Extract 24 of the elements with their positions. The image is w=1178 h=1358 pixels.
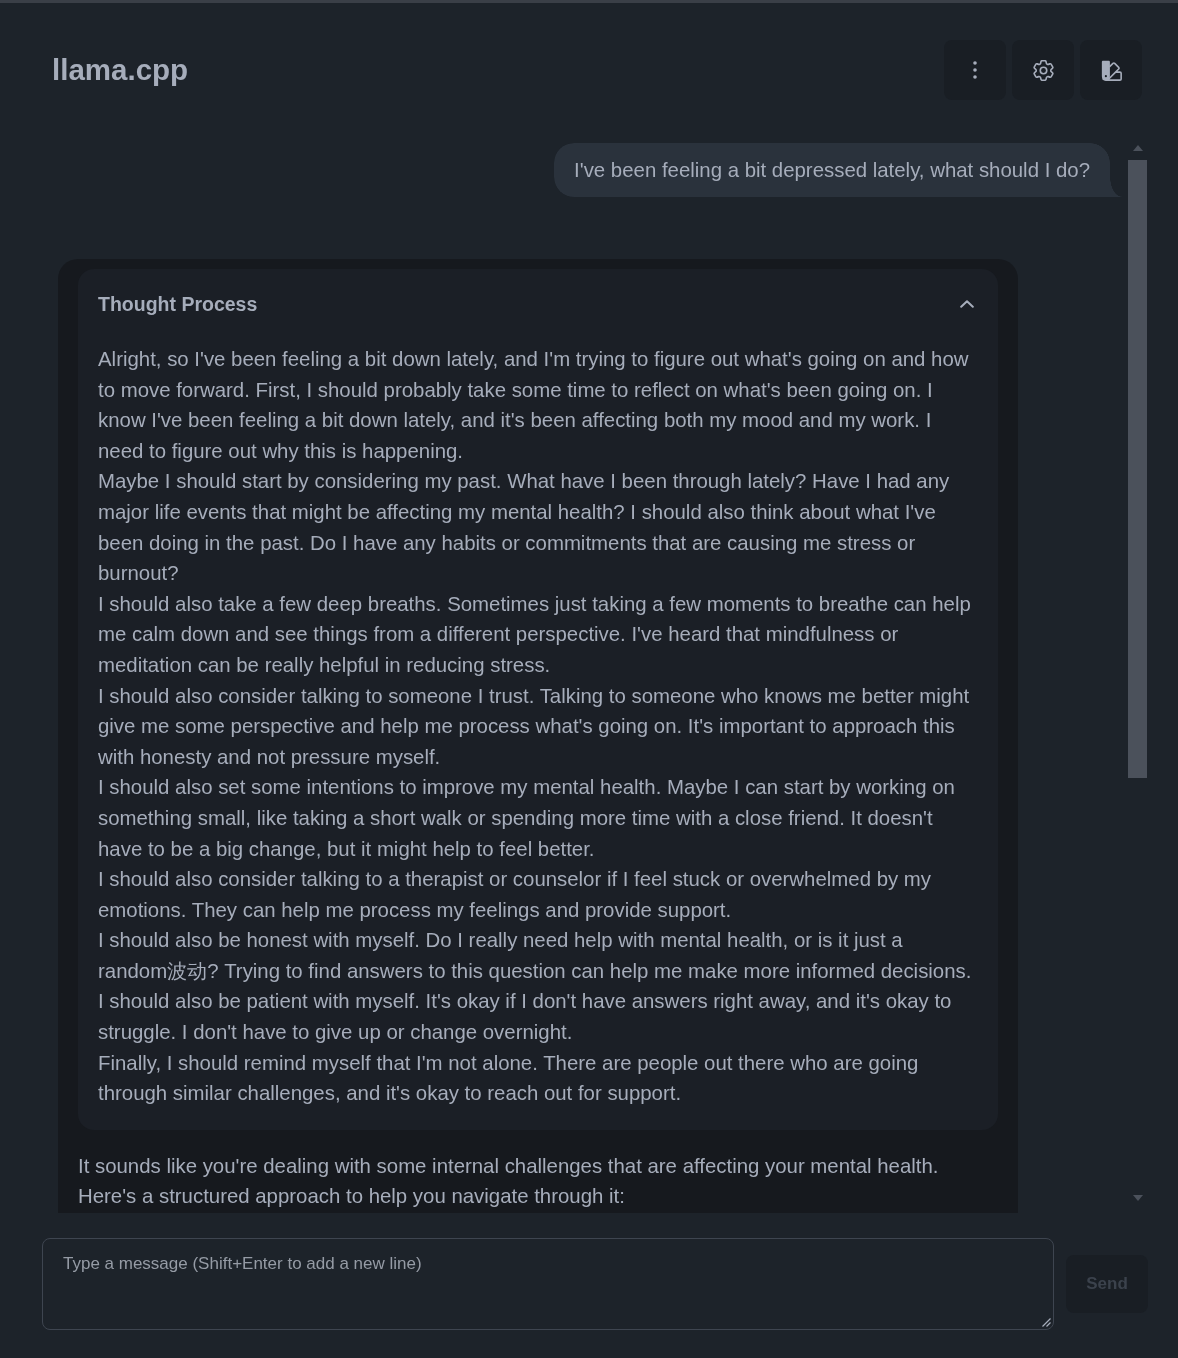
answer-text: It sounds like you're dealing with some internal challenges that are affecting your mental health. Here's a structured approach to help you navigate through it: [78, 1153, 940, 1210]
resize-grip-icon[interactable] [1042, 1318, 1051, 1327]
message-text: I've been feeling a bit depressed lately, what should I do? [574, 159, 1090, 181]
swatch-icon [1100, 59, 1122, 81]
app-title: llama.cpp [52, 52, 189, 88]
settings-icon [1032, 59, 1054, 81]
thought-paragraph: I should also be patient with myself. It's okay if I don't have answers right away, and it's okay to struggle. I don't have to give up or change overnight. [98, 989, 953, 1046]
thought-paragraph: I should also consider talking to someone I trust. Talking to someone who knows me better might give me some perspective and help me process what's going on. It's important to approach this with honesty and not pressure myself. [98, 683, 971, 770]
scrollbar-thumb[interactable] [1128, 160, 1147, 778]
theme-button[interactable] [1080, 40, 1142, 100]
thought-paragraph: I should also be honest with myself. Do I really need help with mental health, or is it just a random波动? Trying to find answers to this question can help me make more informed decisions. [98, 928, 973, 984]
thought-paragraph: I should also take a few deep breaths. Sometimes just taking a few moments to breathe can help me calm down and see things from a different perspective. I've heard that mindfulness or meditation can be really helpful in reducing stress. [98, 591, 972, 678]
thought-paragraph: Maybe I should start by considering my past. What have I been through lately? Have I had any major life events that might be affecting my mental health? I should also think about what I've been doing in the past. Do I have any habits or commitments that are causing me stress or burnout? [98, 469, 951, 587]
thought-toggle[interactable]: Thought Process [78, 269, 998, 339]
vertical-dots-icon [973, 61, 977, 79]
more-options-button[interactable] [944, 40, 1006, 100]
thought-paragraph: I should also set some intentions to improve my mental health. Maybe I can start by working on something small, like taking a short walk or spending more time with a close friend. It doesn't have to be a big change, but it might help to feel better. [98, 775, 956, 862]
scroll-up-arrow-icon[interactable] [1132, 145, 1143, 151]
message-input[interactable]: Type a message (Shift+Enter to add a new line) [42, 1238, 1054, 1330]
thought-paragraph: Alright, so I've been feeling a bit down lately, and I'm trying to figure out what's going on and how to move forward. First, I should probably take some time to reflect on what's been going on. I know I've been feeling a bit down lately, and it's been affecting both my mood and my work. I need to figure out why this is happening. [98, 347, 970, 464]
thought-paragraph: I should also consider talking to a therapist or counselor if I feel stuck or overwhelmed by my emotions. They can help me process my feelings and provide support. [98, 867, 933, 923]
settings-button[interactable] [1012, 40, 1074, 100]
thought-paragraph: Finally, I should remind myself that I'm not alone. There are people out there who are going through similar challenges, and it's okay to reach out for support. [98, 1050, 920, 1107]
scroll-down-arrow-icon[interactable] [1132, 1195, 1143, 1201]
